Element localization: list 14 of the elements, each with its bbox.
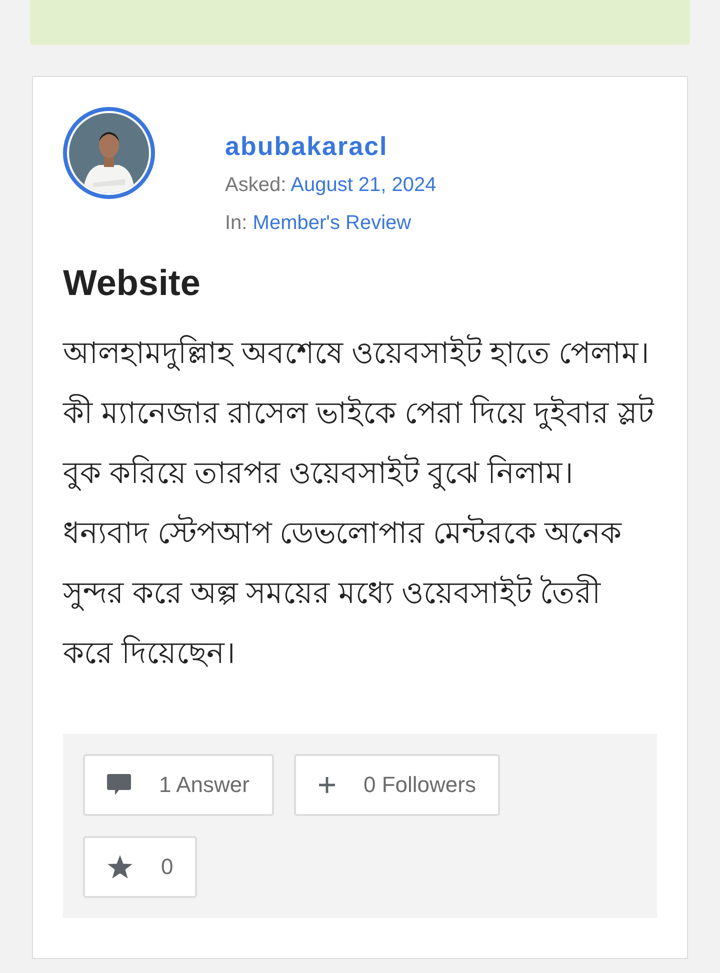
meta-line: In: Member's Review — [225, 212, 412, 235]
favorites-button[interactable]: 0 — [83, 836, 198, 898]
speech-bubble-icon — [107, 774, 131, 796]
meta-link[interactable]: Member's Review — [252, 212, 412, 234]
avatar[interactable] — [63, 107, 155, 199]
meta-link[interactable]: August 21, 2024 — [290, 174, 436, 196]
question-title: Website — [63, 262, 202, 304]
plus-icon — [318, 776, 336, 794]
username-link[interactable]: abubakaracl — [225, 131, 436, 162]
star-icon — [107, 854, 133, 880]
question-body: আলহামদুল্লিাহ অবশেষে ওয়েবসাইট হাতে পেলাম। কী ম্যানেজার রাসেল ভাইকে পেরা দিয়ে দুইবার স্লট বুক করিয়ে তারপর ওয়েবসাইট বুঝে নিলাম। ধন্যবাদ স্টেপআপ ডেভলোপার মেন্টরকে অনেক সুন্দর করে অল্প সময়ের মধ্যে ওয়েবসাইট তৈরী করে দিয়েছেন। — [63, 324, 657, 684]
followers-button[interactable]: 0 Followers — [294, 754, 500, 816]
answers-button[interactable]: 1 Answer — [83, 754, 274, 816]
meta-line: Asked: August 21, 2024 — [225, 174, 436, 197]
